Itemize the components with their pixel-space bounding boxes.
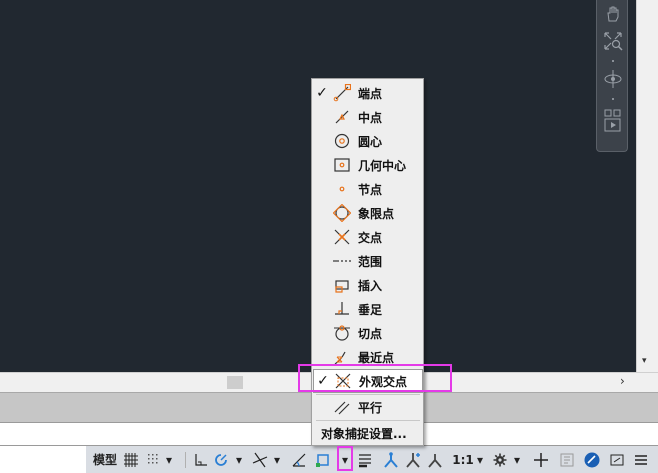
menu-item-midpoint[interactable]: 中点 — [313, 105, 423, 129]
dropdown-dot — [612, 60, 614, 62]
parallel-icon — [331, 397, 353, 417]
menu-item-label: 节点 — [358, 182, 383, 197]
menu-item-extension[interactable]: 范围 — [313, 249, 423, 273]
annotation-visibility-icon[interactable] — [382, 450, 400, 469]
menu-item-insertion[interactable]: 插入 — [313, 273, 423, 297]
zoom-extents-icon[interactable] — [601, 30, 625, 52]
object-snap-tracking-icon[interactable] — [290, 450, 308, 469]
perpendicular-icon — [331, 299, 353, 319]
geometric-center-icon — [331, 155, 353, 175]
scroll-down-arrow[interactable]: ▾ — [642, 356, 647, 366]
units-icon[interactable] — [558, 450, 576, 469]
polar-tracking-icon[interactable] — [212, 450, 230, 469]
insertion-icon — [331, 275, 353, 295]
status-bar: 模型 ▾ ▾ ▾ ▾ 1:1 ▾ ▾ — [0, 446, 658, 473]
menu-item-label: 象限点 — [358, 206, 395, 221]
extension-icon — [331, 251, 353, 271]
pan-icon[interactable] — [601, 4, 625, 24]
menu-item-quadrant[interactable]: 象限点 — [313, 201, 423, 225]
menu-item-label: 插入 — [358, 278, 383, 293]
customize-menu-icon[interactable] — [632, 450, 650, 469]
status-bar-blank — [0, 446, 86, 473]
menu-item-tangent[interactable]: 切点 — [313, 321, 423, 345]
object-snap-dropdown[interactable]: ▾ — [339, 450, 351, 469]
menu-item-parallel[interactable]: 平行 — [313, 395, 423, 419]
annotation-scale-icon[interactable] — [426, 450, 444, 469]
quadrant-icon — [331, 203, 353, 223]
model-space-button[interactable]: 模型 — [90, 450, 120, 469]
separator-icon — [180, 450, 192, 469]
menu-item-nearest[interactable]: 最近点 — [313, 345, 423, 369]
menu-item-label: 平行 — [358, 400, 383, 415]
orbit-icon[interactable] — [601, 68, 625, 90]
vertical-scrollbar[interactable]: ▾ — [636, 0, 658, 372]
menu-item-label: 中点 — [358, 110, 383, 125]
model-label: 模型 — [92, 453, 117, 467]
menu-item-label: 垂足 — [358, 302, 383, 317]
ortho-icon[interactable] — [192, 450, 210, 469]
object-snap-menu: ✓ 端点 中点 圆心 几何中心 节点 象限点 交点 范围 插入 垂足 切点 最近… — [311, 78, 424, 446]
node-icon — [331, 179, 353, 199]
workspace-dropdown[interactable]: ▾ — [512, 450, 522, 469]
grid-icon[interactable] — [122, 450, 140, 469]
menu-item-perpendicular[interactable]: 垂足 — [313, 297, 423, 321]
isodraft-dropdown[interactable]: ▾ — [272, 450, 282, 469]
menu-item-label: 外观交点 — [359, 374, 408, 389]
snap-icon[interactable] — [146, 450, 162, 469]
menu-item-label: 圆心 — [358, 134, 383, 149]
navigation-bar — [596, 0, 628, 152]
scale-label: 1:1 — [452, 452, 474, 467]
auto-scale-icon[interactable] — [404, 450, 422, 469]
check-icon: ✓ — [317, 373, 329, 389]
menu-item-label: 几何中心 — [358, 158, 407, 173]
menu-item-label: 交点 — [358, 230, 383, 245]
snap-dropdown[interactable]: ▾ — [164, 450, 174, 469]
endpoint-icon — [331, 83, 353, 103]
isodraft-icon[interactable] — [250, 450, 270, 469]
nearest-icon — [331, 347, 353, 367]
menu-item-label: 切点 — [358, 326, 383, 341]
polar-dropdown[interactable]: ▾ — [234, 450, 244, 469]
fullscreen-icon[interactable] — [608, 450, 626, 469]
menu-item-geometric-center[interactable]: 几何中心 — [313, 153, 423, 177]
menu-item-intersection[interactable]: 交点 — [313, 225, 423, 249]
tangent-icon — [331, 323, 353, 343]
annotation-monitor-icon[interactable] — [532, 450, 550, 469]
menu-item-osnap-settings[interactable]: 对象捕捉设置... — [313, 421, 423, 445]
menu-item-label: 最近点 — [358, 350, 395, 365]
isolate-objects-icon[interactable] — [582, 450, 602, 469]
object-snap-icon[interactable] — [314, 450, 332, 469]
scroll-right-arrow[interactable]: › — [620, 374, 625, 388]
apparent-intersection-icon — [332, 371, 354, 391]
scale-dropdown[interactable]: ▾ — [475, 450, 485, 469]
workspace-gear-icon[interactable] — [492, 450, 508, 469]
menu-item-node[interactable]: 节点 — [313, 177, 423, 201]
intersection-icon — [331, 227, 353, 247]
check-icon: ✓ — [316, 85, 328, 101]
dropdown-dot — [612, 98, 614, 100]
lineweight-icon[interactable] — [356, 450, 374, 469]
scroll-thumb[interactable] — [227, 376, 243, 389]
menu-item-label: 对象捕捉设置... — [321, 426, 407, 441]
midpoint-icon — [331, 107, 353, 127]
menu-item-endpoint[interactable]: ✓ 端点 — [313, 81, 423, 105]
showmotion-icon[interactable] — [601, 108, 625, 134]
menu-item-center[interactable]: 圆心 — [313, 129, 423, 153]
menu-item-label: 范围 — [358, 254, 383, 269]
menu-item-apparent-intersection[interactable]: ✓ 外观交点 — [313, 369, 423, 393]
center-icon — [331, 131, 353, 151]
annotation-scale-value[interactable]: 1:1 — [452, 450, 474, 469]
menu-item-label: 端点 — [358, 86, 383, 101]
